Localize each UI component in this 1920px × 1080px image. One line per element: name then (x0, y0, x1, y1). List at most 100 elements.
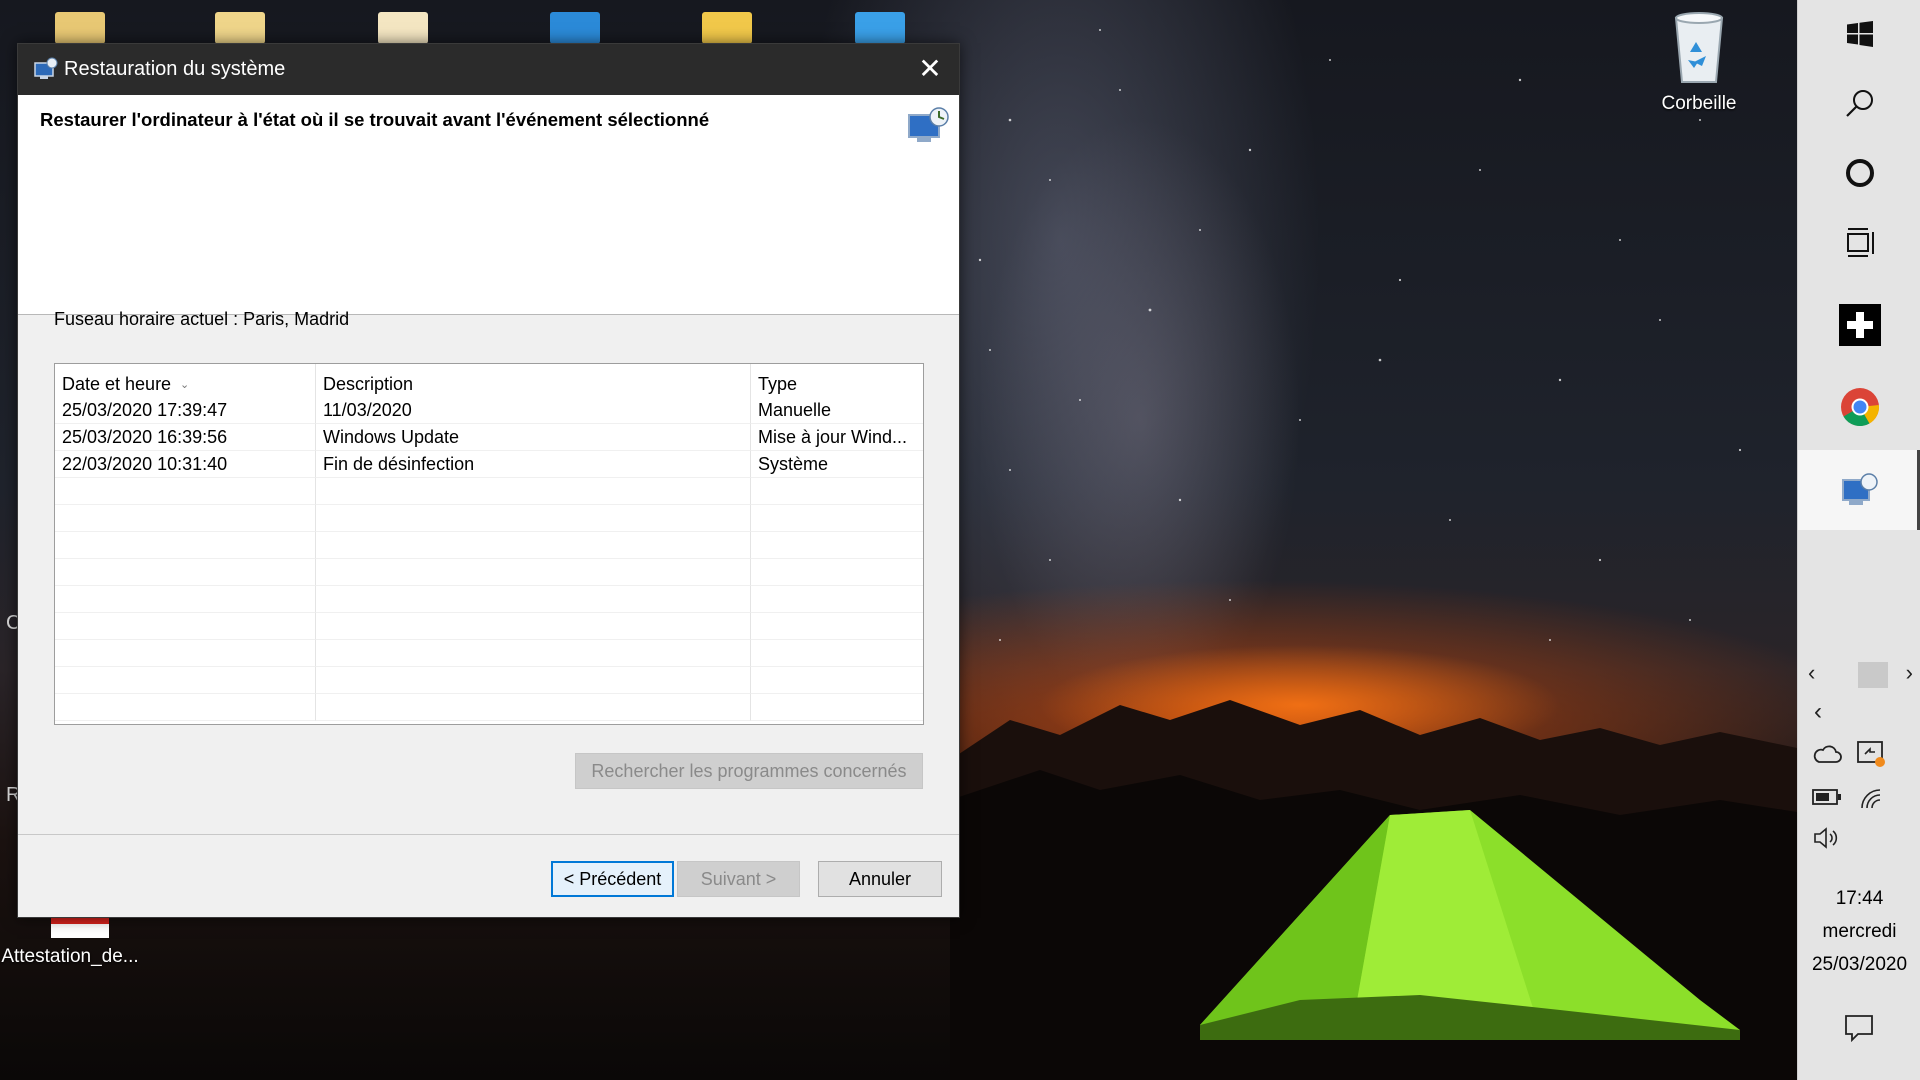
row-date: 22/03/2020 10:31:40 (55, 451, 316, 478)
desktop-icon-5[interactable] (702, 12, 752, 44)
column-header-date-label: Date et heure (62, 374, 172, 394)
empty-cell (316, 532, 751, 559)
taskbar: ‹ › ‹ 17:44 mercredi 25/03/2020 (1797, 0, 1920, 1080)
windows-logo-icon (1846, 21, 1873, 47)
empty-table-row (55, 586, 923, 613)
empty-cell (751, 505, 923, 532)
restore-points-table[interactable]: ⌄ Date et heure Description Type 25/03/2… (54, 363, 924, 725)
empty-table-row (55, 505, 923, 532)
clock-time[interactable]: 17:44 (1798, 888, 1920, 910)
row-type: Manuelle (751, 397, 923, 424)
empty-cell (316, 667, 751, 694)
page-heading: Restaurer l'ordinateur à l'état où il se… (40, 109, 710, 130)
taskbar-app-plus[interactable] (1798, 292, 1920, 358)
empty-cell (55, 532, 316, 559)
empty-cell (316, 640, 751, 667)
remote-sync-icon[interactable] (1856, 740, 1886, 768)
clock-date[interactable]: 25/03/2020 (1798, 954, 1920, 976)
column-header-date[interactable]: ⌄ Date et heure (55, 364, 316, 397)
desktop-icon-3[interactable] (378, 12, 428, 44)
empty-cell (751, 478, 923, 505)
empty-cell (55, 586, 316, 613)
search-affected-programs-button[interactable]: Rechercher les programmes concernés (575, 753, 923, 789)
empty-cell (316, 505, 751, 532)
desktop-icon-2[interactable] (215, 12, 265, 44)
empty-cell (316, 586, 751, 613)
chrome-icon (1840, 388, 1879, 427)
empty-table-row (55, 667, 923, 694)
row-date: 25/03/2020 16:39:56 (55, 424, 316, 451)
next-button[interactable]: Suivant > (677, 861, 800, 897)
onedrive-cloud-icon[interactable] (1812, 744, 1842, 764)
empty-table-row (55, 694, 923, 721)
scroll-left-icon[interactable]: ‹ (1808, 660, 1815, 686)
taskbar-chrome[interactable] (1798, 374, 1920, 440)
empty-table-row (55, 640, 923, 667)
empty-cell (55, 478, 316, 505)
table-header-row: ⌄ Date et heure Description Type (55, 364, 923, 397)
empty-cell (55, 613, 316, 640)
recycle-bin-label: Corbeille (1661, 93, 1737, 114)
search-button[interactable] (1798, 70, 1920, 136)
close-button[interactable]: ✕ (901, 44, 959, 95)
column-header-description[interactable]: Description (316, 364, 751, 397)
empty-cell (316, 613, 751, 640)
scroll-right-icon[interactable]: › (1906, 660, 1913, 686)
empty-cell (55, 694, 316, 721)
row-type: Système (751, 451, 923, 478)
row-date: 25/03/2020 17:39:47 (55, 397, 316, 424)
wifi-icon[interactable] (1858, 786, 1886, 810)
table-row[interactable]: 25/03/2020 16:39:56 Windows Update Mise … (55, 424, 923, 451)
system-restore-header-icon (908, 107, 949, 142)
sort-descending-icon: ⌄ (180, 379, 190, 391)
cortana-icon (1845, 159, 1874, 187)
volume-icon[interactable] (1812, 826, 1842, 850)
app-plus-icon (1838, 304, 1881, 346)
empty-cell (751, 694, 923, 721)
empty-cell (751, 667, 923, 694)
pdf-file-label: Attestation_de... (1, 946, 139, 967)
empty-cell (751, 640, 923, 667)
empty-cell (751, 559, 923, 586)
task-view-icon (1846, 228, 1874, 257)
empty-cell (316, 694, 751, 721)
desktop-icon-4[interactable] (550, 12, 600, 44)
row-description: Windows Update (316, 424, 751, 451)
cortana-button[interactable] (1798, 140, 1920, 206)
task-view-button[interactable] (1798, 210, 1920, 276)
taskbar-scroller[interactable]: ‹ › (1798, 660, 1920, 692)
desktop-icon-1[interactable] (55, 12, 105, 44)
system-restore-icon (1841, 473, 1878, 505)
dialog-titlebar[interactable]: Restauration du système ✕ (18, 44, 959, 95)
battery-icon[interactable] (1812, 788, 1842, 806)
row-description: 11/03/2020 (316, 397, 751, 424)
empty-cell (55, 667, 316, 694)
action-center-notification-icon[interactable] (1844, 1014, 1874, 1042)
taskbar-system-restore[interactable] (1798, 450, 1920, 530)
empty-table-row (55, 613, 923, 640)
cancel-button[interactable]: Annuler (818, 861, 942, 897)
recycle-bin-shortcut[interactable]: Corbeille (1642, 10, 1756, 115)
system-restore-app-icon (34, 57, 58, 79)
empty-table-row (55, 478, 923, 505)
clock-day[interactable]: mercredi (1798, 921, 1920, 943)
column-header-type[interactable]: Type (751, 364, 923, 397)
previous-button[interactable]: < Précédent (551, 861, 674, 897)
empty-cell (55, 505, 316, 532)
system-restore-dialog: Restauration du système ✕ Restaurer l'or… (17, 43, 960, 918)
footer-divider (18, 834, 959, 835)
empty-cell (751, 586, 923, 613)
row-type: Mise à jour Wind... (751, 424, 923, 451)
show-hidden-icons-chevron-icon[interactable]: ‹ (1814, 698, 1822, 726)
desktop-icon-6[interactable] (855, 12, 905, 44)
empty-table-row (55, 532, 923, 559)
search-icon (1845, 90, 1873, 117)
start-button[interactable] (1798, 1, 1920, 67)
recycle-bin-icon (1674, 12, 1724, 83)
table-row[interactable]: 22/03/2020 10:31:40 Fin de désinfection … (55, 451, 923, 478)
empty-cell (316, 478, 751, 505)
table-row[interactable]: 25/03/2020 17:39:47 11/03/2020 Manuelle (55, 397, 923, 424)
timezone-label: Fuseau horaire actuel : Paris, Madrid (54, 309, 350, 329)
scroll-thumb[interactable] (1858, 662, 1888, 688)
empty-cell (55, 640, 316, 667)
